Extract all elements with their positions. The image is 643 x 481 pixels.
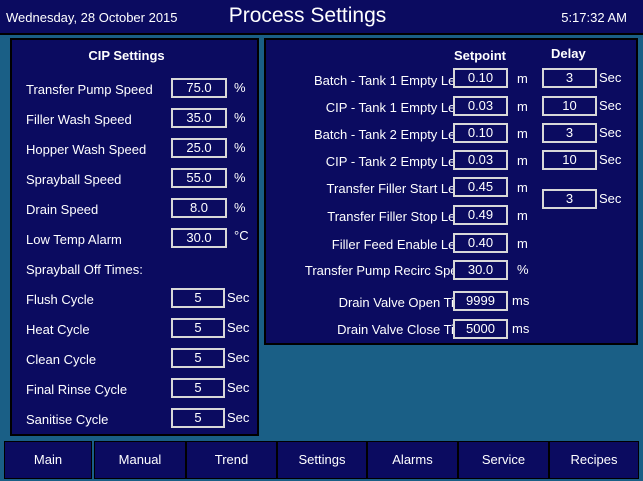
cip-row-label: Drain Speed: [26, 202, 99, 217]
unit-label: Sec: [227, 380, 250, 395]
cip-tank2-empty-level-input[interactable]: 0.03: [453, 150, 508, 170]
batch-tank1-empty-level-input[interactable]: 0.10: [453, 68, 508, 88]
unit-label: %: [234, 80, 246, 95]
nav-settings-button[interactable]: Settings: [277, 441, 367, 479]
batch-tank2-delay-input[interactable]: 3: [542, 123, 597, 143]
unit-label: m: [517, 208, 528, 223]
setpoint-label: Drain Valve Open Time: [338, 295, 472, 310]
cycle-label: Clean Cycle: [26, 352, 97, 367]
nav-manual-button[interactable]: Manual: [94, 441, 186, 479]
cycle-label: Sanitise Cycle: [26, 412, 109, 427]
unit-label: °C: [234, 228, 249, 243]
filler-feed-enable-level-input[interactable]: 0.40: [453, 233, 508, 253]
unit-label: %: [517, 262, 529, 277]
unit-label: m: [517, 126, 528, 141]
cip-row-label: Sprayball Speed: [26, 172, 122, 187]
cip-tank2-delay-input[interactable]: 10: [542, 150, 597, 170]
unit-label: Sec: [599, 125, 622, 140]
unit-label: ms: [512, 293, 530, 308]
clock-display: 5:17:32 AM: [561, 10, 627, 25]
unit-label: %: [234, 200, 246, 215]
unit-label: Sec: [227, 350, 250, 365]
drain-speed-input[interactable]: 8.0: [171, 198, 227, 218]
transfer-filler-stop-level-input[interactable]: 0.49: [453, 205, 508, 225]
nav-alarms-button[interactable]: Alarms: [367, 441, 458, 479]
cip-row-label: Hopper Wash Speed: [26, 142, 147, 157]
setpoint-label: CIP - Tank 2 Empty Level: [325, 154, 472, 169]
nav-main-button[interactable]: Main: [4, 441, 92, 479]
transfer-filler-delay-input[interactable]: 3: [542, 189, 597, 209]
unit-label: Sec: [599, 98, 622, 113]
delay-column-header: Delay: [551, 46, 586, 61]
sprayball-speed-input[interactable]: 55.0: [171, 168, 227, 188]
sprayball-off-times-heading: Sprayball Off Times:: [26, 262, 143, 277]
cip-settings-title: CIP Settings: [88, 48, 165, 63]
filler-wash-speed-input[interactable]: 35.0: [171, 108, 227, 128]
cip-tank1-empty-level-input[interactable]: 0.03: [453, 96, 508, 116]
unit-label: Sec: [599, 152, 622, 167]
setpoint-column-header: Setpoint: [454, 48, 506, 63]
unit-label: m: [517, 236, 528, 251]
setpoint-label: Transfer Pump Recirc Speed: [304, 263, 472, 278]
setpoint-label: Drain Valve Close Time: [337, 322, 472, 337]
batch-tank1-delay-input[interactable]: 3: [542, 68, 597, 88]
cip-tank1-delay-input[interactable]: 10: [542, 96, 597, 116]
nav-service-button[interactable]: Service: [458, 441, 549, 479]
cip-row-label: Low Temp Alarm: [26, 232, 122, 247]
low-temp-alarm-input[interactable]: 30.0: [171, 228, 227, 248]
final-rinse-cycle-input[interactable]: 5: [171, 378, 225, 398]
unit-label: m: [517, 153, 528, 168]
cip-settings-panel: CIP Settings Transfer Pump Speed 75.0 % …: [10, 38, 259, 436]
setpoint-label: Batch - Tank 2 Empty Level: [313, 127, 472, 142]
cip-row-label: Filler Wash Speed: [26, 112, 132, 127]
flush-cycle-input[interactable]: 5: [171, 288, 225, 308]
unit-label: m: [517, 71, 528, 86]
bottom-navigation: Main Manual Trend Settings Alarms Servic…: [0, 438, 643, 481]
nav-trend-button[interactable]: Trend: [186, 441, 277, 479]
drain-valve-close-time-input[interactable]: 5000: [453, 319, 508, 339]
cycle-label: Heat Cycle: [26, 322, 90, 337]
transfer-pump-speed-input[interactable]: 75.0: [171, 78, 227, 98]
setpoint-label: Transfer Filler Start Level: [326, 181, 472, 196]
unit-label: %: [234, 140, 246, 155]
hopper-wash-speed-input[interactable]: 25.0: [171, 138, 227, 158]
transfer-filler-start-level-input[interactable]: 0.45: [453, 177, 508, 197]
nav-recipes-button[interactable]: Recipes: [549, 441, 639, 479]
drain-valve-open-time-input[interactable]: 9999: [453, 291, 508, 311]
setpoints-panel: Setpoint Delay Batch - Tank 1 Empty Leve…: [264, 38, 638, 345]
unit-label: m: [517, 180, 528, 195]
unit-label: Sec: [227, 320, 250, 335]
page-title: Process Settings: [228, 4, 387, 27]
unit-label: Sec: [227, 290, 250, 305]
setpoint-label: Batch - Tank 1 Empty Level: [313, 73, 472, 88]
clean-cycle-input[interactable]: 5: [171, 348, 225, 368]
unit-label: Sec: [227, 410, 250, 425]
unit-label: ms: [512, 321, 530, 336]
unit-label: %: [234, 110, 246, 125]
setpoint-label: Transfer Filler Stop Level: [327, 209, 472, 224]
title-bar: Wednesday, 28 October 2015 Process Setti…: [0, 0, 643, 35]
setpoint-label: CIP - Tank 1 Empty Level: [325, 100, 472, 115]
cip-row-label: Transfer Pump Speed: [26, 82, 153, 97]
unit-label: Sec: [599, 191, 622, 206]
cycle-label: Flush Cycle: [26, 292, 94, 307]
setpoint-label: Filler Feed Enable Level: [331, 237, 472, 252]
unit-label: m: [517, 99, 528, 114]
heat-cycle-input[interactable]: 5: [171, 318, 225, 338]
sanitise-cycle-input[interactable]: 5: [171, 408, 225, 428]
unit-label: Sec: [599, 70, 622, 85]
transfer-pump-recirc-speed-input[interactable]: 30.0: [453, 260, 508, 280]
unit-label: %: [234, 170, 246, 185]
batch-tank2-empty-level-input[interactable]: 0.10: [453, 123, 508, 143]
cycle-label: Final Rinse Cycle: [26, 382, 128, 397]
